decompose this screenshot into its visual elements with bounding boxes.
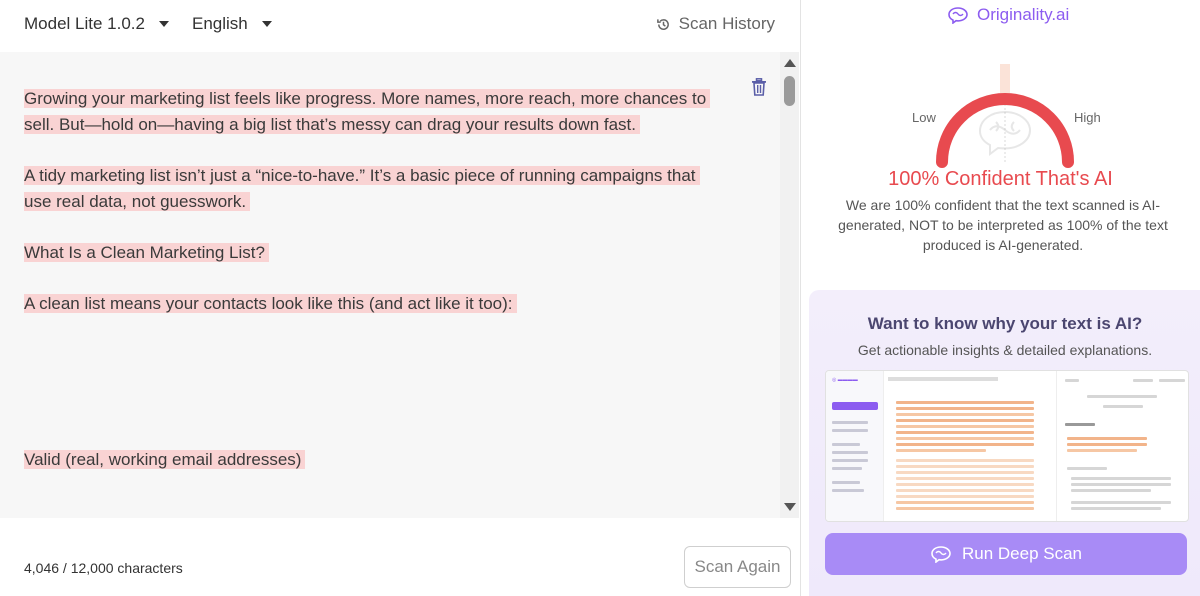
results-panel: Originality.ai Low High 100% Confident T…: [801, 0, 1200, 596]
preview-line: [896, 507, 1034, 510]
preview-line: [896, 459, 1034, 462]
preview-line: [896, 413, 1034, 416]
preview-line: [1067, 467, 1107, 470]
character-count: 4,046 / 12,000 characters: [24, 560, 183, 576]
ai-highlight: Growing your marketing list feels like p…: [24, 89, 711, 134]
chevron-down-icon: [158, 21, 169, 27]
editor-footer: 4,046 / 12,000 characters Scan Again: [0, 518, 800, 596]
chevron-down-icon: [261, 21, 272, 27]
preview-line: [896, 425, 1034, 428]
preview-line: [896, 483, 1034, 486]
gauge-low-label: Low: [912, 110, 936, 125]
brand: Originality.ai: [947, 5, 1069, 25]
model-dropdown-label: Model Lite 1.0.2: [24, 14, 145, 33]
preview-line: [1133, 379, 1153, 382]
editor-scrollbar[interactable]: [780, 52, 799, 518]
scan-history-label: Scan History: [678, 14, 775, 33]
scanned-text[interactable]: Growing your marketing list feels like p…: [24, 86, 714, 473]
scan-history-button[interactable]: Scan History: [656, 14, 775, 34]
confidence-description: We are 100% confident that the text scan…: [838, 197, 1168, 253]
preview-line: [896, 465, 1034, 468]
ai-highlight: A tidy marketing list isn’t just a “nice…: [24, 166, 700, 211]
paragraph: Valid (real, working email addresses): [24, 447, 714, 473]
preview-line: [896, 431, 1034, 434]
preview-line: [896, 407, 1034, 410]
preview-nav-item: [832, 443, 860, 446]
text-editor[interactable]: Growing your marketing list feels like p…: [0, 52, 780, 518]
preview-line: [896, 449, 986, 452]
preview-line: [896, 471, 1034, 474]
preview-line: [1065, 423, 1095, 426]
preview-logo: ◎ ▬▬▬▬: [832, 377, 858, 383]
ai-highlight: A clean list means your contacts look li…: [24, 294, 517, 313]
history-icon: [656, 18, 669, 30]
preview-nav-item: [832, 467, 862, 470]
scroll-up-arrow[interactable]: [784, 59, 796, 67]
preview-line: [896, 437, 1034, 440]
paragraph: A tidy marketing list isn’t just a “nice…: [24, 163, 714, 215]
preview-line: [896, 443, 1034, 446]
preview-line: [1159, 379, 1185, 382]
preview-line: [1067, 437, 1147, 440]
preview-line: [896, 401, 1034, 404]
preview-nav-item: [832, 481, 860, 484]
preview-line: [1071, 489, 1151, 492]
scroll-thumb[interactable]: [784, 76, 795, 106]
preview-line: [896, 489, 1034, 492]
preview-line: [1065, 379, 1079, 382]
paragraph: A clean list means your contacts look li…: [24, 291, 714, 317]
preview-nav-item: [832, 451, 868, 454]
scroll-down-arrow[interactable]: [784, 503, 796, 511]
preview-document: [884, 371, 1054, 521]
confidence-headline: 100% Confident That's AI: [888, 168, 1113, 190]
preview-line: [896, 477, 1034, 480]
preview-line: [896, 501, 1034, 504]
language-dropdown[interactable]: English: [192, 14, 272, 34]
model-dropdown[interactable]: Model Lite 1.0.2: [24, 14, 169, 34]
editor-panel: Model Lite 1.0.2 English Scan History Gr…: [0, 0, 800, 596]
brain-icon: [931, 546, 951, 563]
preview-sidebar: ◎ ▬▬▬▬: [826, 371, 884, 521]
preview-line: [1067, 443, 1147, 446]
deep-scan-promo: Want to know why your text is AI? Get ac…: [809, 290, 1200, 596]
brain-icon: [948, 7, 968, 24]
preview-line: [1103, 405, 1143, 408]
preview-line: [1071, 501, 1171, 504]
preview-line: [1071, 477, 1171, 480]
ai-highlight: Valid (real, working email addresses): [24, 450, 306, 469]
run-deep-scan-button[interactable]: Run Deep Scan: [825, 533, 1187, 575]
preview-new-scan: [832, 402, 878, 410]
preview-nav-item: [832, 489, 864, 492]
preview-nav-item: [832, 459, 868, 462]
trash-icon[interactable]: [751, 78, 767, 101]
preview-line: [1071, 483, 1171, 486]
preview-line: [1071, 507, 1161, 510]
preview-line: [1067, 449, 1137, 452]
scan-again-button[interactable]: Scan Again: [684, 546, 791, 588]
preview-nav-item: [832, 429, 868, 432]
promo-title: Want to know why your text is AI?: [867, 314, 1143, 333]
preview-line: [1087, 395, 1157, 398]
toolbar: Model Lite 1.0.2 English Scan History: [0, 0, 800, 50]
preview-nav-item: [832, 421, 868, 424]
promo-subtitle: Get actionable insights & detailed expla…: [857, 342, 1153, 358]
language-dropdown-label: English: [192, 14, 248, 33]
ai-highlight: What Is a Clean Marketing List?: [24, 243, 269, 262]
confidence-gauge: [936, 64, 1074, 168]
preview-line: [896, 495, 1034, 498]
brand-name: Originality.ai: [977, 5, 1070, 24]
preview-deep-scan-panel: [1056, 371, 1188, 521]
paragraph: Growing your marketing list feels like p…: [24, 86, 714, 138]
preview-line: [896, 419, 1034, 422]
run-deep-scan-label: Run Deep Scan: [961, 544, 1083, 563]
preview-toolbar: [888, 377, 998, 381]
paragraph: What Is a Clean Marketing List?: [24, 240, 714, 266]
gauge-high-label: High: [1074, 110, 1101, 125]
deep-scan-preview-image: ◎ ▬▬▬▬: [825, 370, 1189, 522]
